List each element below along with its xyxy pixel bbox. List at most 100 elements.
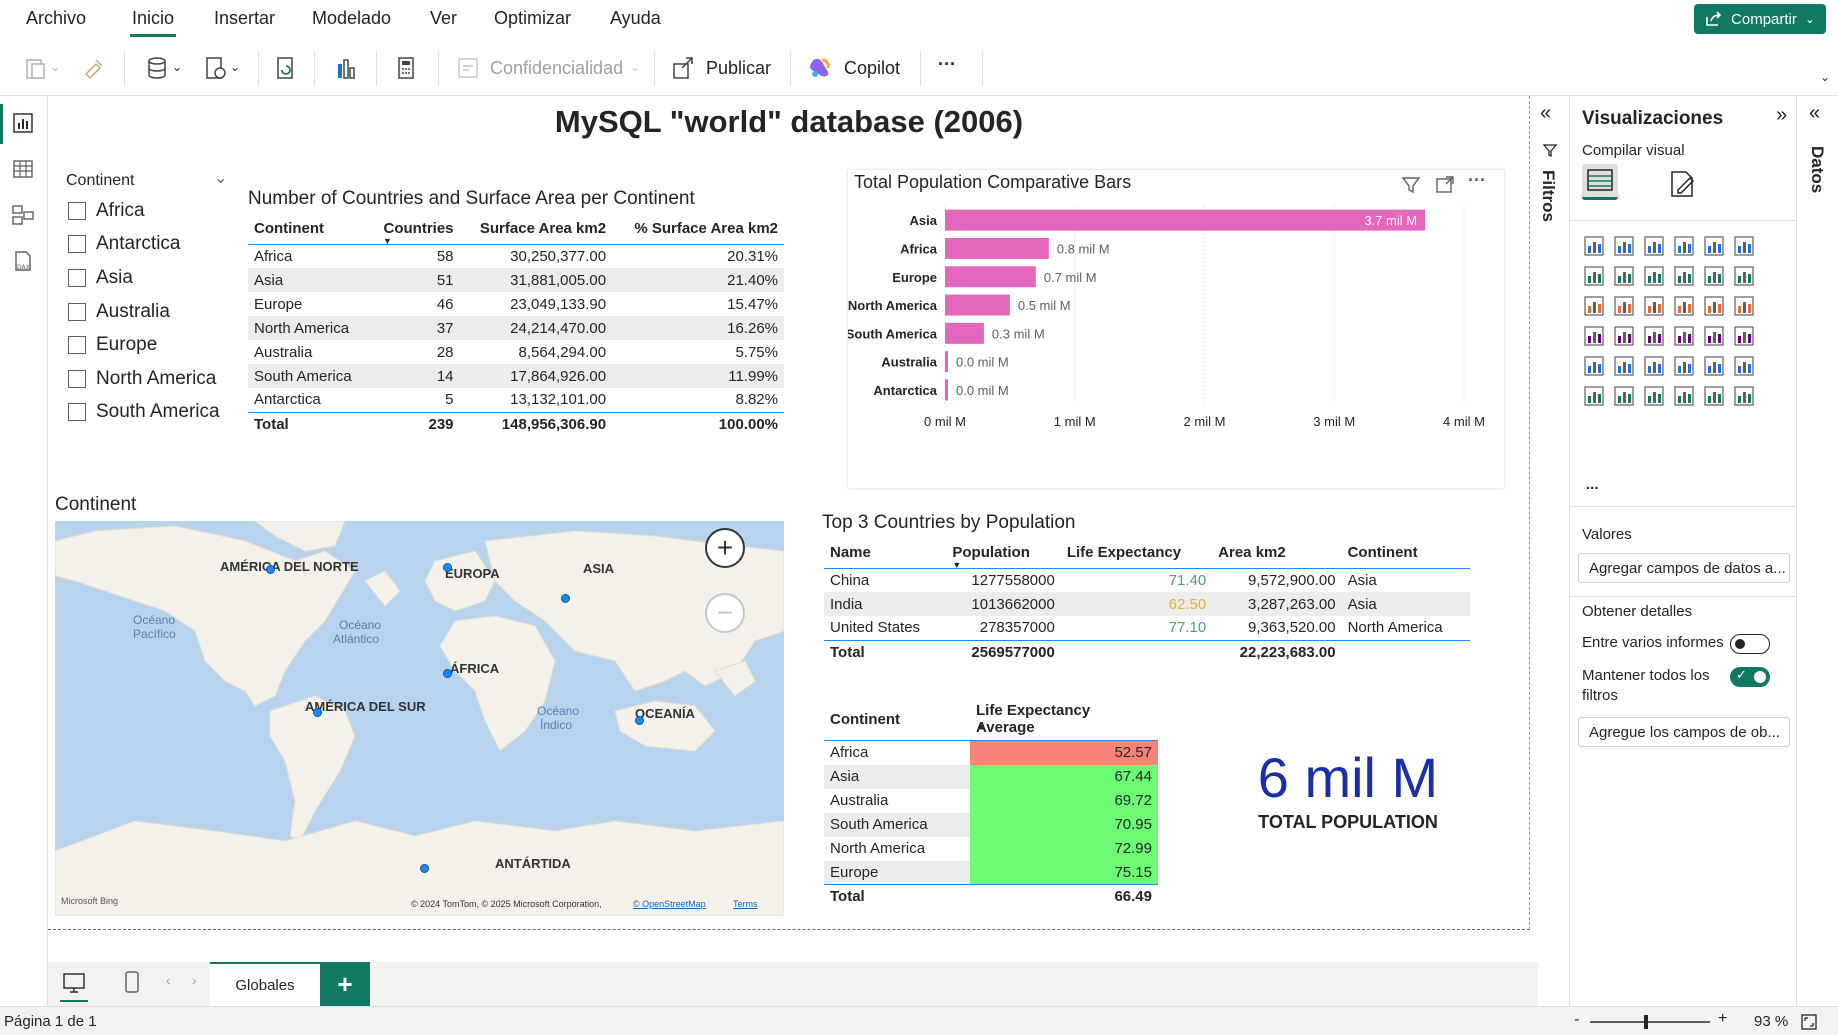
table-row[interactable]: Africa 52.57: [824, 740, 1158, 765]
continent-map[interactable]: AMÉRICA DEL NORTE EUROPA ASIA ÁFRICA AMÉ…: [55, 521, 784, 916]
add-page-button[interactable]: +: [320, 962, 370, 1006]
keep-filters-toggle[interactable]: ✓: [1730, 667, 1770, 687]
azure-map-icon[interactable]: [1642, 324, 1666, 348]
format-painter-icon[interactable]: [80, 54, 108, 82]
bar[interactable]: [945, 379, 948, 401]
copilot-icon[interactable]: [806, 54, 834, 82]
line-column-icon[interactable]: [1672, 264, 1696, 288]
mobile-layout-icon[interactable]: [124, 970, 140, 994]
format-visual-icon[interactable]: [1666, 168, 1698, 200]
waterfall-icon[interactable]: [1732, 264, 1756, 288]
table-icon[interactable]: [1642, 354, 1666, 378]
table-row[interactable]: South America 14 17,864,926.00 11.99%: [248, 364, 784, 388]
expand-data-icon[interactable]: «: [1809, 102, 1820, 125]
data-pane-collapsed[interactable]: « Datos: [1797, 96, 1838, 1006]
chevron-down-icon[interactable]: ⌄: [230, 60, 240, 74]
column-header[interactable]: Life Expectancy Average ▲: [970, 698, 1158, 741]
donut-icon[interactable]: [1672, 294, 1696, 318]
paginated-icon[interactable]: [1702, 384, 1726, 408]
clustered-column-icon[interactable]: [1672, 234, 1696, 258]
table-row[interactable]: Australia 28 8,564,294.00 5.75%: [248, 340, 784, 364]
more-visuals-button[interactable]: ...: [1586, 476, 1599, 493]
cross-report-toggle[interactable]: [1730, 634, 1770, 654]
filters-pane-collapsed[interactable]: « Filtros: [1530, 96, 1570, 1006]
matrix-icon[interactable]: [1672, 354, 1696, 378]
checkbox[interactable]: [68, 235, 86, 253]
recent-sources-icon[interactable]: [202, 54, 230, 82]
map-point[interactable]: [635, 716, 644, 725]
slicer-item-south-america[interactable]: South America: [68, 401, 220, 423]
share-button[interactable]: Compartir ⌄: [1694, 4, 1826, 34]
paste-icon[interactable]: [22, 54, 50, 82]
bar[interactable]: [945, 294, 1010, 316]
refresh-icon[interactable]: [272, 54, 300, 82]
table-row[interactable]: Africa 58 30,250,377.00 20.31%: [248, 244, 784, 268]
desktop-layout-icon[interactable]: [62, 972, 86, 994]
kpi-icon[interactable]: [1582, 354, 1606, 378]
table-row[interactable]: North America 72.99: [824, 836, 1158, 861]
menu-modelado[interactable]: Modelado: [312, 8, 391, 29]
scroll-right-icon[interactable]: ›: [192, 972, 197, 988]
map-icon[interactable]: [1732, 294, 1756, 318]
zoom-out-button[interactable]: -: [1574, 1011, 1579, 1029]
slicer-item-asia[interactable]: Asia: [68, 267, 133, 289]
zoom-slider[interactable]: [1590, 1021, 1710, 1023]
table-row[interactable]: Europe 46 23,049,133.90 15.47%: [248, 292, 784, 316]
map-point[interactable]: [313, 708, 322, 717]
focus-mode-icon[interactable]: [1434, 174, 1456, 196]
shape-map-icon[interactable]: [1612, 324, 1636, 348]
key-influencers-icon[interactable]: [1582, 384, 1606, 408]
checkbox[interactable]: [68, 269, 86, 287]
r-visual-icon[interactable]: [1702, 354, 1726, 378]
population-bar-chart[interactable]: Total Population Comparative Bars ··· 0 …: [848, 170, 1504, 488]
top3-table[interactable]: Name Population ▼ Life Expectancy Area km…: [824, 538, 1470, 664]
menu-ver[interactable]: Ver: [430, 8, 457, 29]
map-point[interactable]: [443, 669, 452, 678]
build-visual-tab[interactable]: [1582, 164, 1618, 200]
publish-icon[interactable]: [670, 54, 698, 82]
fit-to-page-icon[interactable]: [1800, 1013, 1818, 1031]
stacked-area-icon[interactable]: [1642, 264, 1666, 288]
zoom-in-button[interactable]: +: [705, 528, 745, 568]
more-options-icon[interactable]: ···: [1468, 170, 1486, 191]
chevron-down-icon[interactable]: ⌄: [214, 168, 227, 188]
menu-insertar[interactable]: Insertar: [214, 8, 275, 29]
publish-button[interactable]: Publicar: [706, 58, 771, 79]
card-icon[interactable]: [1702, 324, 1726, 348]
calculator-icon[interactable]: [392, 54, 420, 82]
menu-optimizar[interactable]: Optimizar: [494, 8, 571, 29]
map-point[interactable]: [266, 565, 275, 574]
table-row[interactable]: Europe 75.15: [824, 860, 1158, 885]
collapse-pane-icon[interactable]: »: [1776, 104, 1787, 127]
checkbox[interactable]: [68, 303, 86, 321]
stacked-column-icon[interactable]: [1612, 234, 1636, 258]
drillthrough-drop-field[interactable]: Agregue los campos de ob...: [1578, 717, 1790, 747]
clustered-bar-icon[interactable]: [1642, 234, 1666, 258]
slicer-icon[interactable]: [1612, 354, 1636, 378]
menu-archivo[interactable]: Archivo: [26, 8, 86, 29]
continent-table[interactable]: Continent Countries ▼ Surface Area km2 % …: [248, 214, 784, 436]
column-header[interactable]: Life Expectancy: [1061, 538, 1212, 568]
trophy-icon[interactable]: [1732, 384, 1756, 408]
total-population-card[interactable]: 6 mil M TOTAL POPULATION: [1198, 746, 1498, 833]
table-row[interactable]: Asia 51 31,881,005.00 21.40%: [248, 268, 784, 292]
python-visual-icon[interactable]: [1732, 354, 1756, 378]
scatter-icon[interactable]: [1612, 294, 1636, 318]
slicer-item-australia[interactable]: Australia: [68, 301, 170, 323]
decomposition-icon[interactable]: [1612, 384, 1636, 408]
slicer-item-africa[interactable]: Africa: [68, 200, 145, 222]
column-header[interactable]: Name: [824, 538, 946, 568]
multirow-card-icon[interactable]: [1732, 324, 1756, 348]
table-row[interactable]: Asia 67.44: [824, 764, 1158, 789]
bar[interactable]: [945, 266, 1036, 288]
bar[interactable]: [945, 322, 984, 344]
slicer-item-europe[interactable]: Europe: [68, 334, 157, 356]
slicer-item-antarctica[interactable]: Antarctica: [68, 233, 180, 255]
table-row[interactable]: Antarctica 5 13,132,101.00 8.82%: [248, 388, 784, 412]
column-header[interactable]: % Surface Area km2: [612, 214, 784, 244]
values-drop-field[interactable]: Agregar campos de datos a...: [1578, 553, 1790, 583]
report-view-icon[interactable]: [10, 110, 36, 136]
table-row[interactable]: North America 37 24,214,470.00 16.26%: [248, 316, 784, 340]
life-expectancy-table[interactable]: Continent Life Expectancy Average ▲ Afric…: [824, 698, 1158, 909]
area-icon[interactable]: [1612, 264, 1636, 288]
